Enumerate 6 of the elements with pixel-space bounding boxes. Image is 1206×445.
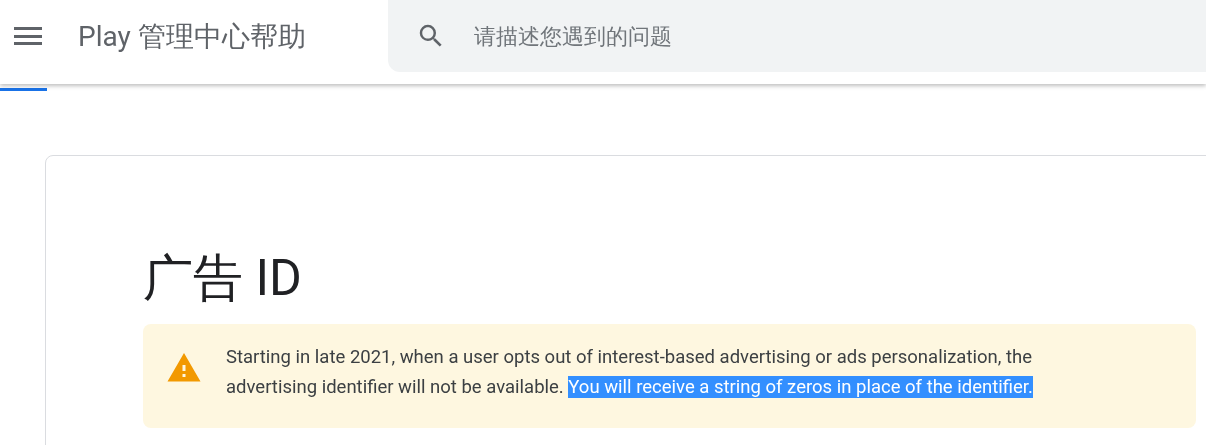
search-field[interactable]: 请描述您遇到的问题 — [473, 19, 1206, 53]
menu-button[interactable] — [14, 24, 44, 48]
article-title: 广告 ID — [143, 248, 302, 308]
search-bar[interactable]: 请描述您遇到的问题 — [387, 0, 1206, 72]
help-center-title[interactable]: Play 管理中心帮助 — [78, 19, 306, 55]
notice-text: Starting in late 2021, when a user opts out of interest-based advertising or ads personalization, the advertising identifier will not be available. You will receive a string of zeros in place of the identifier. — [226, 345, 1034, 400]
